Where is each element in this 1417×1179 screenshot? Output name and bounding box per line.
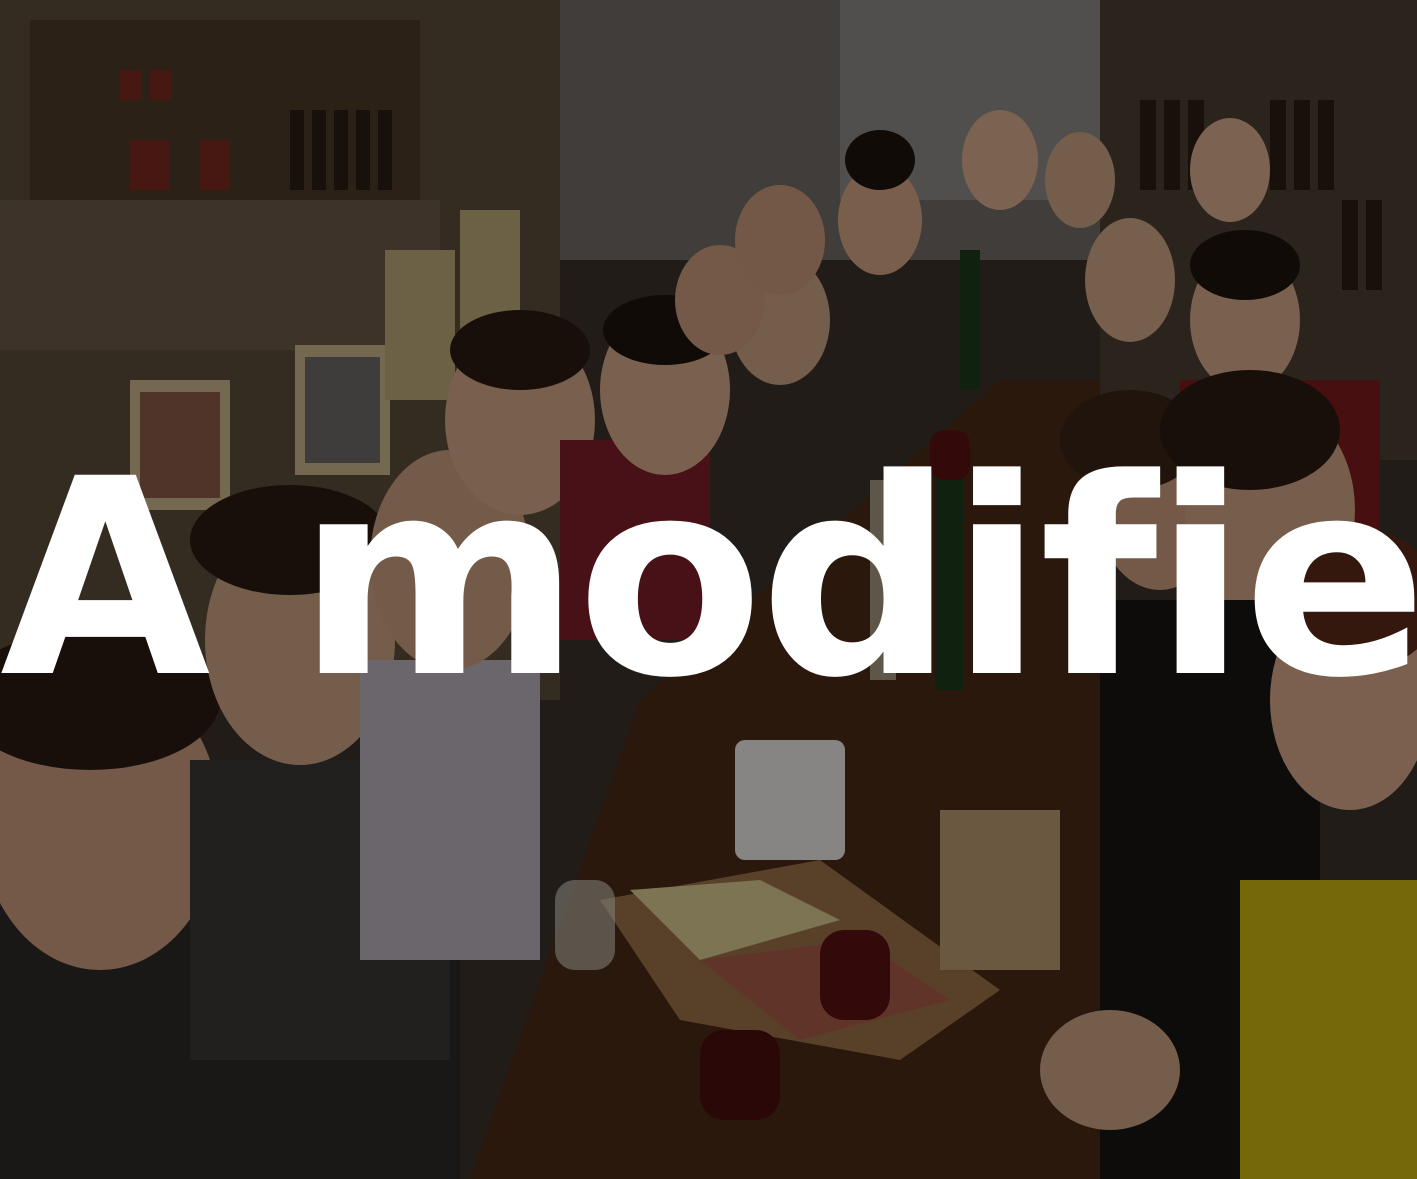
cutlery-pot [735, 740, 845, 860]
overlay-caption: A modifier [0, 422, 1417, 738]
paper-bag [940, 810, 1060, 970]
mirror [0, 200, 440, 350]
wall-frame [385, 250, 455, 400]
photo-scene: A modifier [0, 0, 1417, 1179]
yellow-top [1240, 880, 1417, 1179]
